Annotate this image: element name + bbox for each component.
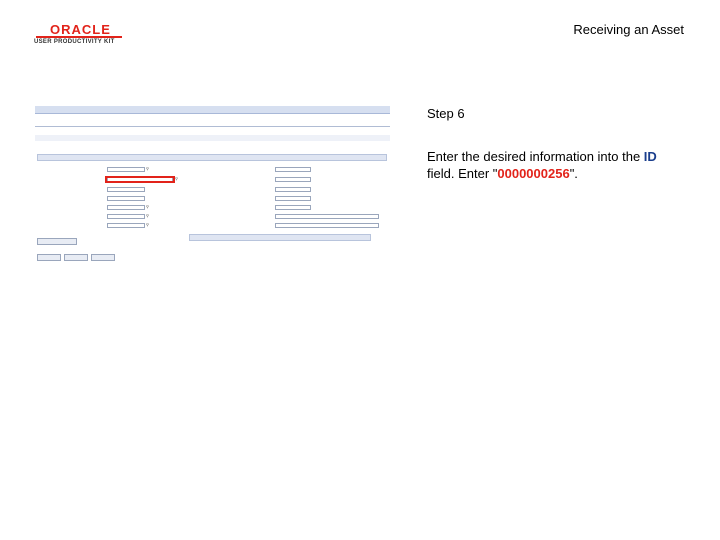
step-label: Step 6 <box>427 106 465 121</box>
screenshot-ok-button <box>37 254 61 261</box>
screenshot-cancel-button <box>64 254 88 261</box>
screenshot-item-field <box>107 205 145 210</box>
screenshot-lookup-icon: ⚲ <box>146 213 149 218</box>
screenshot-supplier-item-field <box>275 205 311 210</box>
screenshot-search-criteria-bar <box>37 154 387 161</box>
screenshot-lookup-icon: ⚲ <box>146 166 149 171</box>
instruction-field-name: ID <box>643 149 657 164</box>
instruction-text-before: Enter the desired information into the <box>427 149 644 164</box>
screenshot-page-bar <box>35 135 390 141</box>
screenshot-po-field <box>107 167 145 172</box>
screenshot-attn-field <box>107 223 145 228</box>
instruction-text-after: ". <box>569 166 578 181</box>
application-screenshot: ⚲ ⚲ ⚲ ⚲ ⚲ <box>35 106 390 266</box>
screenshot-start-date-field <box>275 177 311 182</box>
screenshot-search-button <box>37 238 77 245</box>
screenshot-divider <box>35 126 390 127</box>
screenshot-lookup-icon: ⚲ <box>146 204 149 209</box>
screenshot-supplier-name-field <box>275 196 311 201</box>
upk-logo-text: USER PRODUCTIVITY KIT <box>34 39 115 45</box>
page-title: Receiving an Asset <box>573 22 684 37</box>
screenshot-schedule-field <box>107 187 145 192</box>
oracle-logo-text: ORACLE <box>50 22 111 37</box>
screenshot-lookup-icon: ⚲ <box>175 176 178 181</box>
screenshot-end-date-field <box>275 187 311 192</box>
screenshot-receipt-options-bar <box>189 234 371 241</box>
instruction-text: Enter the desired information into the I… <box>427 148 687 182</box>
id-field-highlight <box>105 176 175 183</box>
screenshot-release-field <box>107 196 145 201</box>
screenshot-ship-to-field <box>107 214 145 219</box>
screenshot-mfg-field <box>275 214 379 219</box>
screenshot-refresh-button <box>91 254 115 261</box>
logo-underline <box>36 36 122 38</box>
screenshot-mfg-item-field <box>275 223 379 228</box>
oracle-upk-logo: ORACLE USER PRODUCTIVITY KIT <box>34 22 134 48</box>
screenshot-due-field <box>275 167 311 172</box>
screenshot-lookup-icon: ⚲ <box>146 222 149 227</box>
instruction-text-middle: field. Enter " <box>427 166 498 181</box>
screenshot-menu-bar <box>35 106 390 114</box>
instruction-value: 0000000256 <box>497 166 570 181</box>
